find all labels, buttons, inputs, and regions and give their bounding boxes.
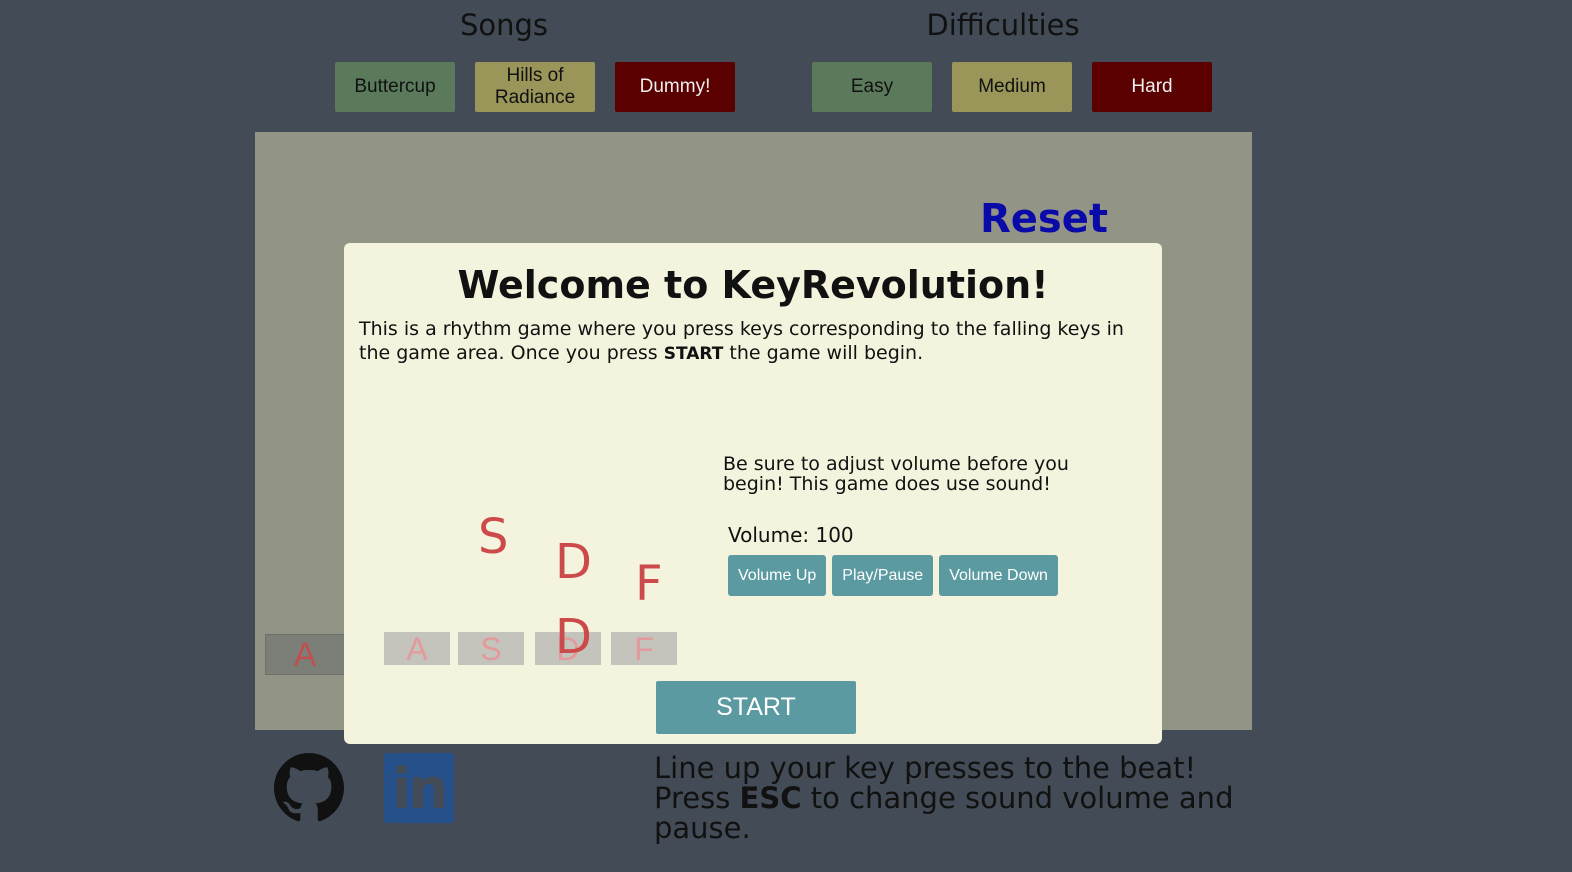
reset-button[interactable]: Reset	[980, 196, 1108, 242]
song-button-buttercup[interactable]: Buttercup	[335, 62, 455, 112]
key-slot-s: S	[458, 632, 524, 665]
volume-button-row: Volume Up Play/Pause Volume Down	[728, 555, 1058, 596]
key-slot-f: F	[611, 632, 677, 665]
footer-line-2: Press ESC to change sound volume and pau…	[654, 783, 1254, 843]
song-button-hills-of-radiance[interactable]: Hills of Radiance	[475, 62, 595, 112]
difficulties-heading: Difficulties	[926, 8, 1080, 42]
falling-key-d: D	[555, 534, 592, 590]
play-pause-button[interactable]: Play/Pause	[832, 555, 934, 596]
song-button-dummy[interactable]: Dummy!	[615, 62, 735, 112]
song-button-row: Buttercup Hills of Radiance Dummy!	[335, 62, 735, 112]
falling-key-s: S	[478, 509, 509, 565]
linkedin-logo-text: in	[392, 757, 448, 822]
modal-title: Welcome to KeyRevolution!	[457, 263, 1049, 307]
modal-desc-start: START	[663, 344, 724, 364]
falling-key-f: F	[635, 556, 663, 612]
footer-instructions: Line up your key presses to the beat! Pr…	[654, 753, 1254, 843]
start-button[interactable]: START	[656, 681, 856, 734]
difficulty-button-hard[interactable]: Hard	[1092, 62, 1212, 112]
modal-desc-part2: the game will begin.	[723, 342, 924, 364]
volume-note: Be sure to adjust volume before you begi…	[723, 453, 1069, 495]
linkedin-icon[interactable]: in	[384, 753, 454, 823]
volume-up-button[interactable]: Volume Up	[728, 555, 827, 596]
volume-down-button[interactable]: Volume Down	[939, 555, 1058, 596]
volume-label: Volume: 100	[728, 523, 854, 547]
difficulty-button-medium[interactable]: Medium	[952, 62, 1072, 112]
key-slot-a: A	[384, 632, 450, 665]
modal-description: This is a rhythm game where you press ke…	[359, 317, 1154, 366]
welcome-modal: Welcome to KeyRevolution! This is a rhyt…	[344, 243, 1162, 744]
falling-key-d-hit: D	[555, 609, 592, 665]
footer-esc-key: ESC	[739, 781, 802, 815]
difficulty-button-easy[interactable]: Easy	[812, 62, 932, 112]
key-slot-a-outer: A	[265, 634, 345, 675]
footer-line-1: Line up your key presses to the beat!	[654, 751, 1197, 785]
footer-line-2-pre: Press	[654, 781, 740, 815]
difficulty-button-row: Easy Medium Hard	[812, 62, 1212, 112]
songs-heading: Songs	[459, 8, 549, 42]
github-icon[interactable]	[274, 753, 344, 823]
